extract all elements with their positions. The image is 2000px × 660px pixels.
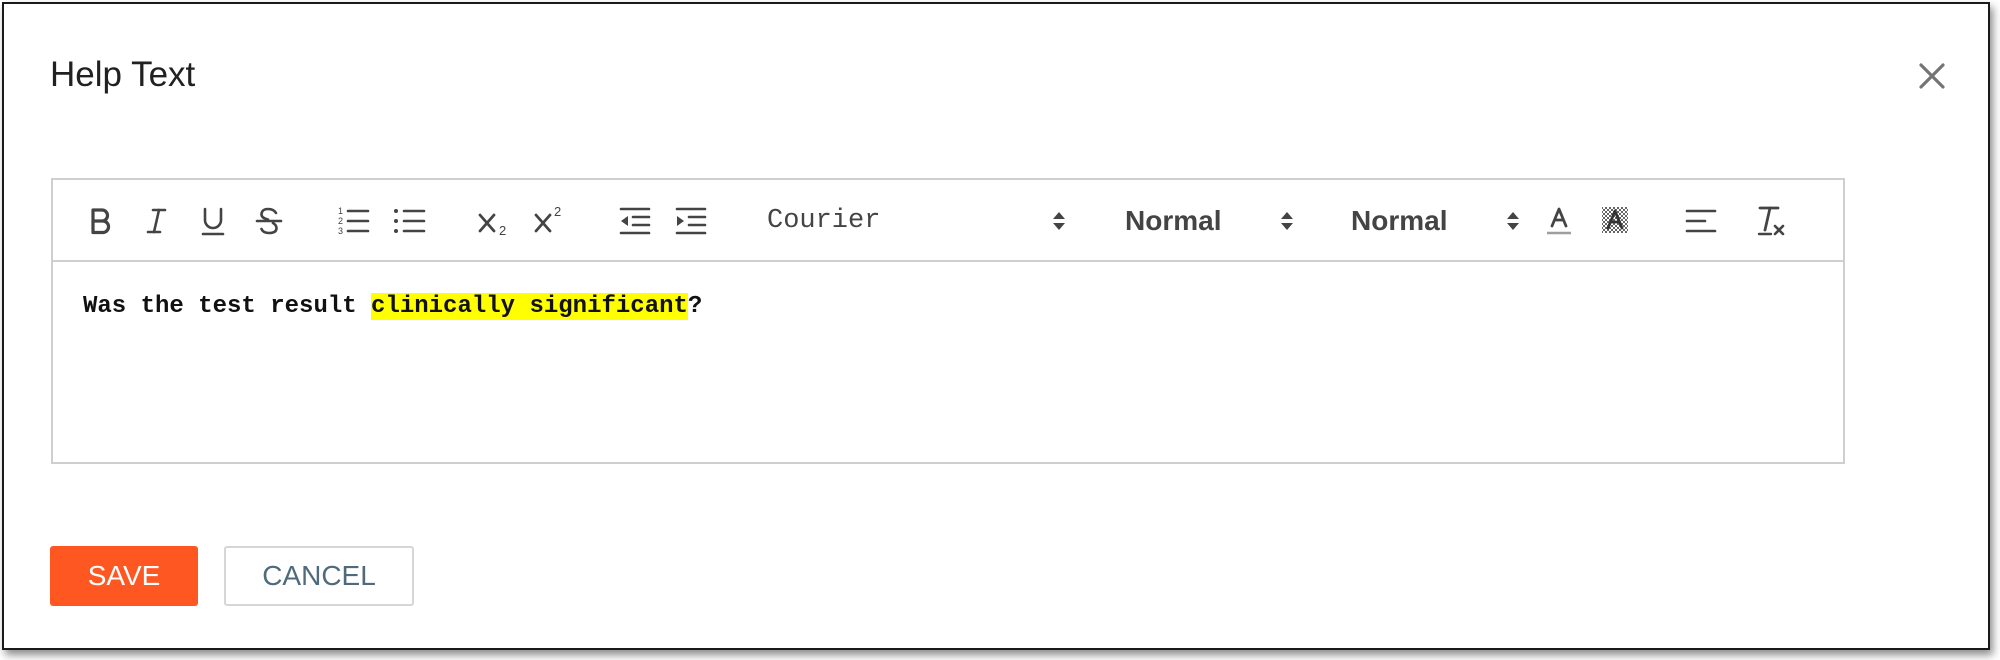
save-button[interactable]: Save	[50, 546, 198, 606]
header-picker[interactable]: Normal	[1303, 196, 1521, 246]
dialog-title: Help Text	[50, 55, 196, 94]
strikethrough-button[interactable]	[249, 201, 289, 241]
bold-button[interactable]	[81, 201, 121, 241]
svg-text:2: 2	[499, 223, 506, 238]
background-color-button[interactable]	[1595, 201, 1635, 241]
svg-text:2: 2	[554, 204, 561, 219]
highlighted-text: clinically significant	[371, 293, 688, 320]
bullet-list-icon	[394, 209, 426, 233]
italic-button[interactable]	[137, 201, 177, 241]
background-color-icon	[1602, 207, 1628, 233]
align-button[interactable]	[1681, 201, 1721, 241]
indent-button[interactable]	[671, 201, 711, 241]
text-color-button[interactable]	[1539, 201, 1579, 241]
font-picker[interactable]: Courier	[767, 196, 1067, 246]
content-text-end: ?	[687, 293, 703, 320]
size-picker[interactable]: Normal	[1077, 196, 1295, 246]
editor-toolbar: 1 2 3 2 2 Courier Normal Normal	[53, 180, 1843, 262]
svg-text:2: 2	[338, 216, 343, 226]
content-text: Was the test result	[83, 293, 372, 320]
svg-text:3: 3	[338, 226, 343, 236]
outdent-button[interactable]	[615, 201, 655, 241]
underline-icon	[201, 207, 225, 236]
font-picker-label: Courier	[767, 206, 881, 236]
size-picker-arrows-icon	[1281, 212, 1293, 230]
bullet-list-button[interactable]	[389, 201, 429, 241]
strikethrough-icon	[255, 207, 283, 235]
text-color-icon	[1547, 207, 1571, 235]
close-icon	[1919, 63, 1945, 89]
ordered-list-icon: 1 2 3	[338, 206, 370, 236]
clear-format-button[interactable]	[1751, 201, 1791, 241]
underline-button[interactable]	[193, 201, 233, 241]
ordered-list-button[interactable]: 1 2 3	[333, 201, 373, 241]
superscript-icon: 2	[534, 204, 561, 233]
font-picker-arrows-icon	[1053, 212, 1065, 230]
svg-text:1: 1	[338, 206, 343, 216]
close-button[interactable]	[1910, 54, 1954, 98]
bold-icon	[91, 208, 111, 235]
cancel-button[interactable]: Cancel	[224, 546, 414, 606]
indent-icon	[675, 207, 707, 235]
subscript-icon: 2	[478, 213, 506, 238]
rich-text-editor: 1 2 3 2 2 Courier Normal Normal Was the …	[51, 178, 1845, 464]
align-left-icon	[1685, 209, 1717, 233]
clear-format-icon	[1757, 206, 1785, 236]
superscript-button[interactable]: 2	[529, 201, 573, 241]
header-picker-label: Normal	[1351, 205, 1448, 236]
header-picker-arrows-icon	[1507, 212, 1519, 230]
subscript-button[interactable]: 2	[473, 201, 517, 241]
editor-content[interactable]: Was the test result clinically significa…	[83, 292, 702, 322]
size-picker-label: Normal	[1125, 205, 1222, 236]
help-text-dialog: Help Text 1 2 3 2 2 Courier Normal Norma…	[2, 2, 1990, 650]
outdent-icon	[619, 207, 651, 235]
italic-icon	[146, 208, 167, 234]
